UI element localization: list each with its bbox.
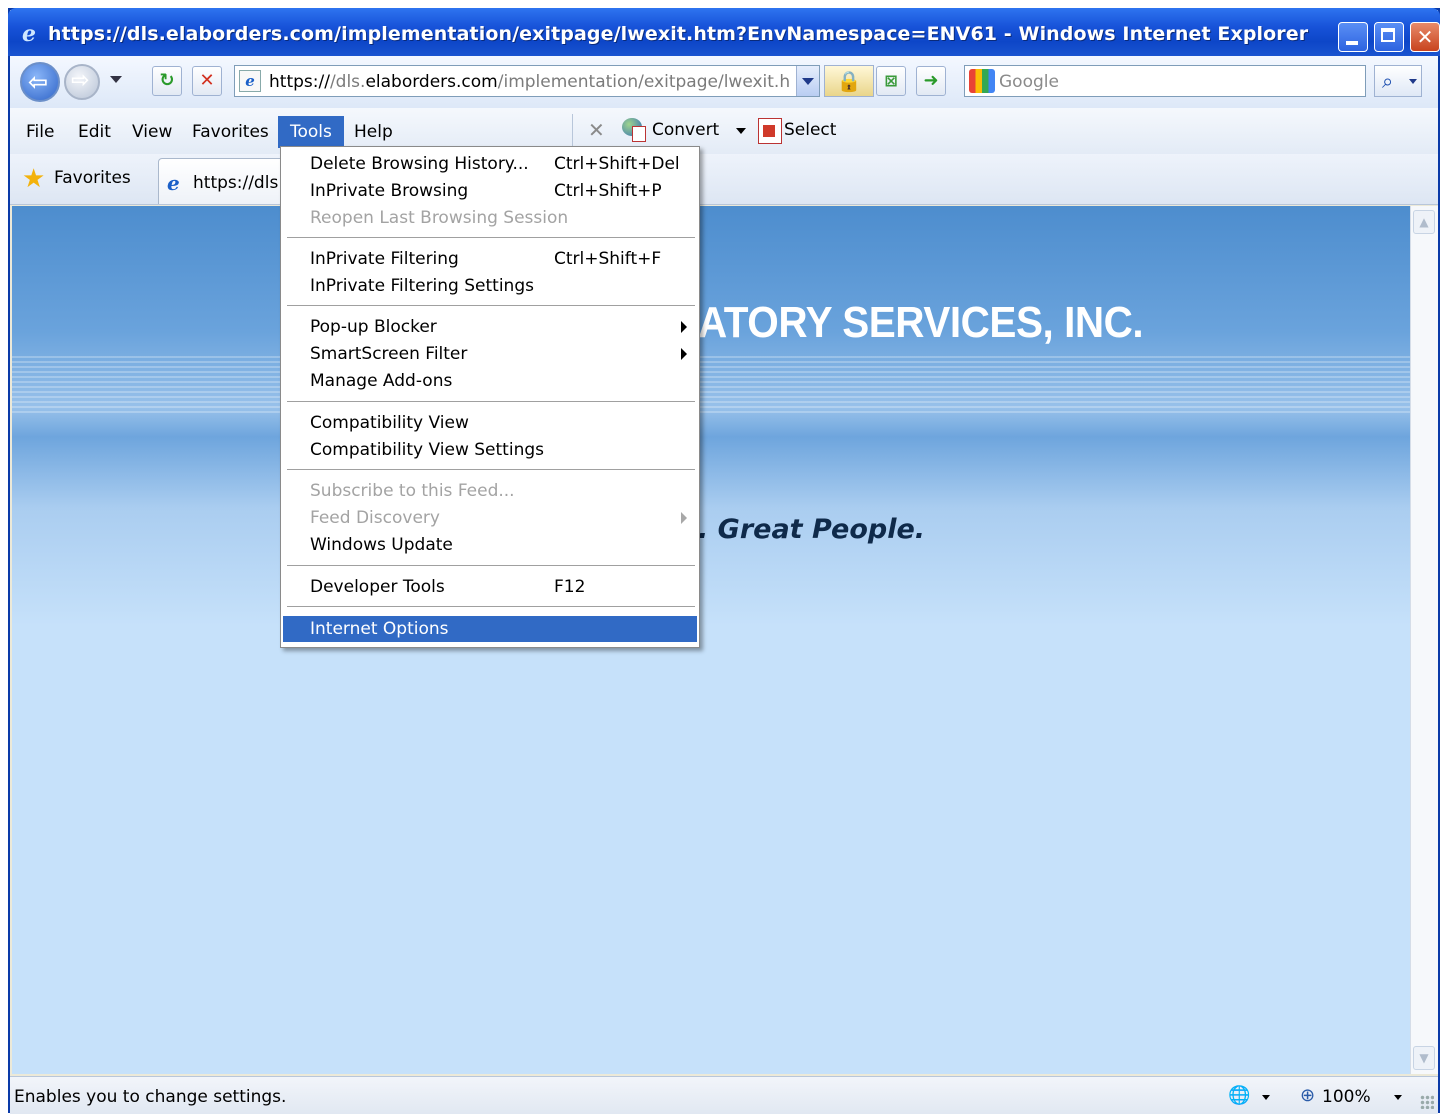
- navigation-bar: ↻ ✕ e https:///dls.elaborders.com/implem…: [10, 56, 1438, 109]
- menu-separator: [287, 469, 695, 473]
- search-box[interactable]: Google: [964, 65, 1366, 97]
- menu-file[interactable]: File: [20, 120, 60, 144]
- status-bar: Enables you to change settings. 🌐 ⊕ 100%: [10, 1076, 1438, 1114]
- window-title: https://dls.elaborders.com/implementatio…: [48, 23, 1309, 45]
- favorites-star-icon[interactable]: ★: [22, 166, 45, 192]
- menu-separator: [287, 305, 695, 309]
- submenu-arrow-icon: [681, 512, 687, 524]
- arrow-right-icon: ➜: [923, 70, 939, 91]
- tagline: . Great People.: [698, 514, 926, 545]
- compatibility-view-button[interactable]: ⊠: [876, 66, 906, 96]
- submenu-arrow-icon: [681, 348, 687, 360]
- url-text[interactable]: https:///dls.elaborders.com/implementati…: [269, 72, 789, 92]
- zoom-dropdown[interactable]: [1394, 1095, 1402, 1100]
- menu-item-internet-options[interactable]: Internet Options: [283, 616, 697, 642]
- compatibility-icon: ⊠: [884, 71, 898, 90]
- menu-item-inprivate-filtering[interactable]: InPrivate Filtering Ctrl+Shift+F: [283, 246, 697, 272]
- scroll-down-button[interactable]: ▼: [1413, 1046, 1435, 1070]
- menu-item-inprivate-browsing[interactable]: InPrivate Browsing Ctrl+Shift+P: [283, 178, 697, 204]
- ie-logo-icon: e: [22, 21, 36, 47]
- browser-tab[interactable]: e https://dls.elaborders.com: [158, 158, 290, 204]
- address-dropdown-button[interactable]: [796, 66, 819, 96]
- toolbar-separator: [572, 114, 573, 148]
- favorites-bar: ★ Favorites e https://dls.elaborders.com: [10, 154, 1438, 205]
- menu-item-reopen-last-session: Reopen Last Browsing Session: [310, 208, 569, 228]
- title-bar[interactable]: e https://dls.elaborders.com/implementat…: [8, 8, 1440, 56]
- select-button[interactable]: Select: [784, 120, 836, 140]
- zoom-level[interactable]: 100%: [1322, 1087, 1371, 1107]
- tools-menu: Delete Browsing History... Ctrl+Shift+De…: [280, 146, 700, 648]
- address-field[interactable]: e https:///dls.elaborders.com/implementa…: [234, 65, 820, 97]
- menu-item-manage-addons[interactable]: Manage Add-ons: [283, 368, 697, 394]
- status-text: Enables you to change settings.: [14, 1087, 287, 1107]
- menu-view[interactable]: View: [126, 120, 178, 144]
- tab-ie-icon: e: [167, 171, 180, 195]
- menu-item-smartscreen-filter[interactable]: SmartScreen Filter: [283, 341, 697, 367]
- close-icon: ✕: [1416, 25, 1434, 49]
- menu-favorites[interactable]: Favorites: [186, 120, 275, 144]
- stop-icon: ✕: [199, 70, 215, 91]
- page-icon: e: [239, 70, 261, 92]
- page-banner: [12, 206, 1410, 626]
- menu-item-developer-tools[interactable]: Developer Tools F12: [283, 574, 697, 600]
- favorites-button[interactable]: Favorites: [54, 168, 131, 188]
- submenu-arrow-icon: [681, 321, 687, 333]
- convert-dropdown[interactable]: [736, 128, 746, 134]
- menu-edit[interactable]: Edit: [72, 120, 117, 144]
- scroll-up-button[interactable]: ▲: [1413, 210, 1435, 234]
- search-placeholder: Google: [999, 72, 1059, 92]
- select-pdf-icon: [758, 118, 782, 144]
- menu-item-compatibility-view-settings[interactable]: Compatibility View Settings: [283, 437, 697, 463]
- convert-button[interactable]: Convert: [652, 120, 719, 140]
- menu-separator: [287, 401, 695, 405]
- refresh-icon: ↻: [159, 70, 175, 91]
- company-name: ATORY SERVICES, INC.: [698, 298, 1144, 347]
- menu-item-windows-update[interactable]: Windows Update: [283, 532, 697, 558]
- forward-button[interactable]: [64, 64, 100, 100]
- menu-item-inprivate-filtering-settings[interactable]: InPrivate Filtering Settings: [283, 273, 697, 299]
- security-lock-button[interactable]: 🔒: [824, 65, 874, 97]
- refresh-button[interactable]: ↻: [152, 66, 182, 96]
- convert-pdf-icon: [622, 118, 648, 142]
- search-options-dropdown[interactable]: [1409, 79, 1417, 84]
- minimize-button[interactable]: [1338, 22, 1368, 52]
- google-logo-icon: [969, 69, 995, 93]
- recent-pages-dropdown[interactable]: [110, 76, 122, 83]
- zoom-icon[interactable]: ⊕: [1300, 1085, 1315, 1106]
- close-toolbar-icon[interactable]: ✕: [588, 118, 605, 142]
- close-window-button[interactable]: ✕: [1410, 22, 1440, 52]
- menu-item-delete-browsing-history[interactable]: Delete Browsing History... Ctrl+Shift+De…: [283, 151, 697, 177]
- lock-icon: 🔒: [836, 69, 862, 93]
- menu-separator: [287, 237, 695, 241]
- menu-item-subscribe-feed: Subscribe to this Feed...: [310, 481, 515, 501]
- vertical-scrollbar[interactable]: ▲ ▼: [1410, 206, 1438, 1074]
- menu-item-feed-discovery: Feed Discovery: [283, 505, 697, 531]
- search-button[interactable]: ⌕: [1374, 65, 1422, 97]
- menu-separator: [287, 565, 695, 569]
- menu-tools[interactable]: Tools: [278, 116, 344, 148]
- resize-grip[interactable]: [1420, 1095, 1434, 1109]
- menu-item-compatibility-view[interactable]: Compatibility View: [283, 410, 697, 436]
- menu-help[interactable]: Help: [348, 120, 399, 144]
- protected-mode-icon[interactable]: 🌐: [1228, 1085, 1250, 1106]
- page-content: ATORY SERVICES, INC. . Great People.: [12, 206, 1410, 1074]
- maximize-button[interactable]: [1374, 22, 1404, 52]
- stop-button[interactable]: ✕: [192, 66, 222, 96]
- go-button[interactable]: ➜: [916, 66, 946, 96]
- tab-title: https://dls.elaborders.com: [193, 173, 290, 193]
- back-button[interactable]: [20, 62, 60, 102]
- menu-separator: [287, 606, 695, 610]
- protected-mode-dropdown[interactable]: [1262, 1095, 1270, 1100]
- menu-bar: File Edit View Favorites Tools Help ✕ Co…: [10, 108, 1438, 155]
- search-icon: ⌕: [1382, 69, 1394, 93]
- menu-item-popup-blocker[interactable]: Pop-up Blocker: [283, 314, 697, 340]
